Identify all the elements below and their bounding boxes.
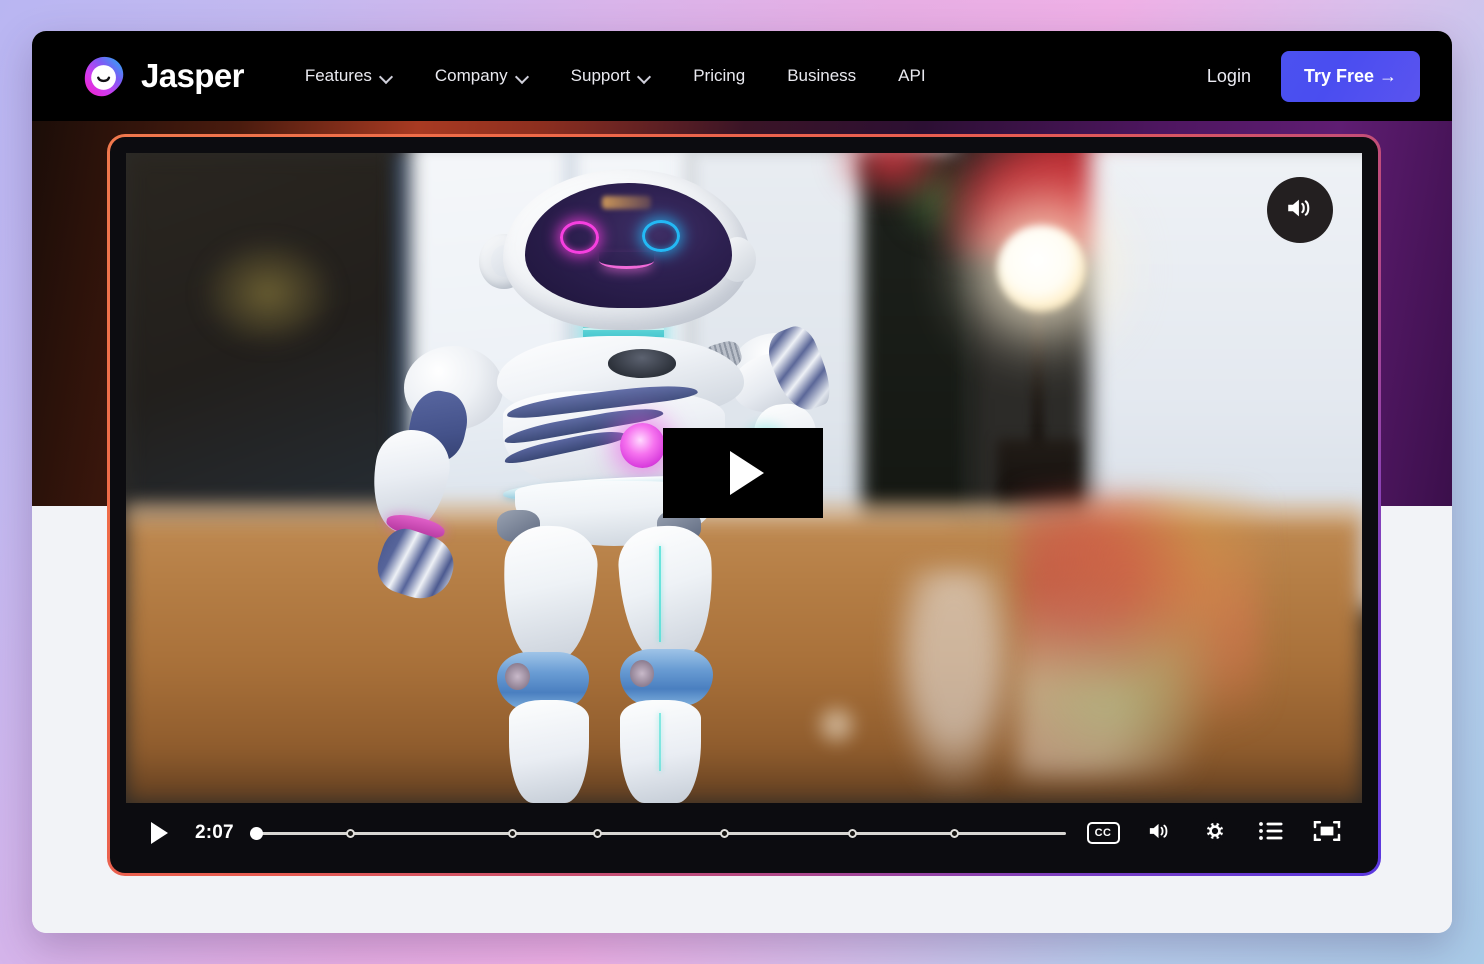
progress-timeline[interactable]: [249, 823, 1066, 843]
play-icon: [730, 451, 764, 495]
nav-item-support[interactable]: Support: [550, 56, 673, 96]
chapter-marker[interactable]: [592, 828, 602, 838]
chevron-down-icon: [639, 71, 651, 83]
settings-button[interactable]: [1198, 816, 1232, 850]
nav-label: API: [898, 66, 926, 85]
nav-item-business[interactable]: Business: [766, 56, 877, 96]
video-controls-right-group: CC: [1086, 816, 1350, 850]
login-link[interactable]: Login: [1207, 66, 1251, 87]
brand-logo-link[interactable]: Jasper: [82, 54, 244, 99]
chapter-marker[interactable]: [507, 828, 517, 838]
center-play-button[interactable]: [663, 428, 823, 518]
chapter-marker[interactable]: [719, 828, 729, 838]
nav-label: Features: [304, 66, 372, 85]
fullscreen-icon: [1313, 819, 1341, 848]
video-controls-bar: 2:07 CC: [126, 803, 1362, 863]
try-free-button[interactable]: Try Free →: [1280, 50, 1420, 102]
gear-icon: [1201, 817, 1229, 849]
cc-icon: CC: [1086, 822, 1120, 844]
jasper-smiley-logo-icon: [82, 54, 127, 99]
brand-name: Jasper: [141, 57, 244, 94]
video-player-frame: 2:07 CC: [107, 134, 1381, 876]
volume-on-icon: [1285, 195, 1315, 226]
nav-label: Support: [570, 66, 631, 85]
chapter-marker[interactable]: [848, 828, 858, 838]
video-stage[interactable]: [126, 153, 1362, 803]
primary-nav-links: Features Company Support Pricing Busines…: [284, 56, 947, 96]
volume-on-icon: [1146, 819, 1173, 848]
nav-label: Company: [434, 66, 508, 85]
playlist-button[interactable]: [1254, 816, 1288, 850]
chevron-down-icon: [381, 71, 393, 83]
chapter-marker[interactable]: [346, 828, 356, 838]
list-icon: [1258, 820, 1284, 847]
play-pause-button[interactable]: [142, 816, 176, 850]
video-player: 2:07 CC: [110, 137, 1378, 873]
fullscreen-button[interactable]: [1310, 816, 1344, 850]
chevron-down-icon: [517, 71, 529, 83]
captions-button[interactable]: CC: [1086, 816, 1120, 850]
nav-item-features[interactable]: Features: [284, 56, 414, 96]
top-navigation-bar: Jasper Features Company Support Pricing …: [32, 31, 1452, 121]
nav-actions: Login Try Free →: [1207, 50, 1420, 102]
volume-button[interactable]: [1142, 816, 1176, 850]
play-icon: [150, 822, 168, 844]
nav-item-api[interactable]: API: [877, 56, 946, 96]
nav-label: Pricing: [693, 66, 746, 85]
progress-playhead[interactable]: [249, 826, 263, 840]
browser-page-card: Jasper Features Company Support Pricing …: [32, 31, 1452, 933]
nav-item-company[interactable]: Company: [414, 56, 550, 96]
progress-track: [249, 831, 1066, 835]
chapter-marker[interactable]: [950, 828, 960, 838]
robot-subject: [348, 160, 966, 804]
nav-label: Business: [787, 66, 857, 85]
nav-item-pricing[interactable]: Pricing: [672, 56, 766, 96]
video-mute-toggle-button[interactable]: [1267, 177, 1333, 243]
current-time-label: 2:07: [195, 822, 234, 843]
